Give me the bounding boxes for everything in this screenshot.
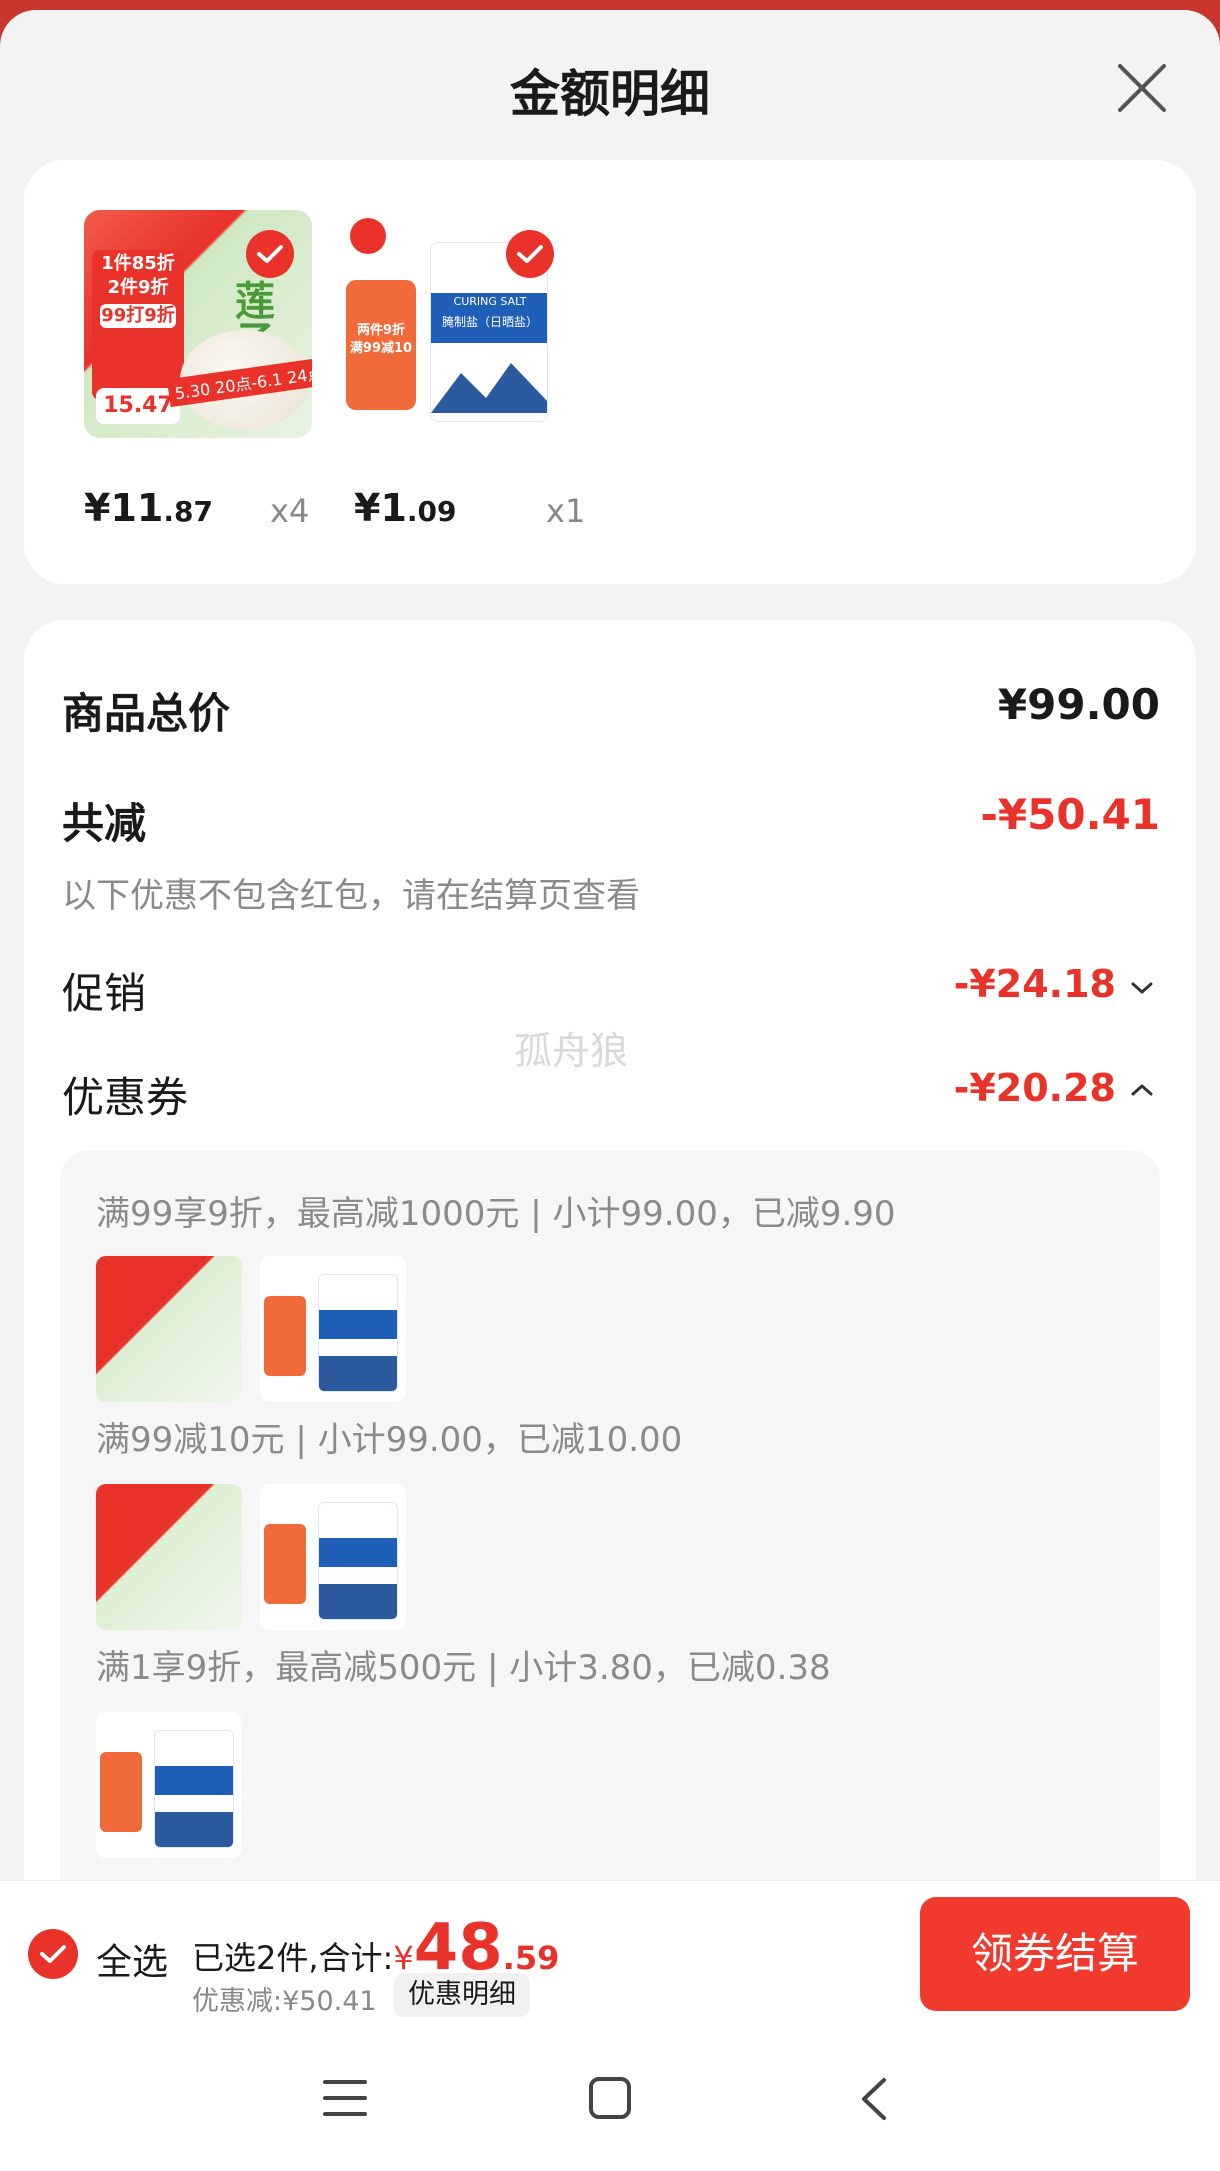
total-price-value: ¥99.00 bbox=[997, 680, 1160, 729]
product1-price-tag: 15.47 bbox=[96, 388, 180, 424]
price-summary-card: 商品总价 ¥99.00 共减 -¥50.41 以下优惠不包含红包，请在结算页查看… bbox=[24, 620, 1196, 1880]
promotion-label: 促销 bbox=[62, 969, 147, 1018]
product2-price: ¥1.09 bbox=[354, 486, 457, 530]
home-icon[interactable] bbox=[588, 2076, 632, 2120]
total-reduce-value: -¥50.41 bbox=[980, 790, 1160, 839]
select-all-check-icon[interactable] bbox=[28, 1929, 78, 1979]
product1-check-icon[interactable] bbox=[246, 230, 294, 278]
chevron-up-icon[interactable] bbox=[1130, 1082, 1154, 1098]
product2-qty: x1 bbox=[546, 492, 586, 530]
brand-logo bbox=[350, 218, 386, 254]
chevron-down-icon[interactable] bbox=[1130, 980, 1154, 996]
discount-amount: 优惠减:¥50.41 bbox=[192, 1986, 377, 2017]
promotion-value[interactable]: -¥24.18 bbox=[954, 962, 1116, 1006]
lotus-seed-thumb bbox=[96, 1484, 242, 1630]
coupon-rule-3: 满1享9折，最高减500元 | 小计3.80，已减0.38 bbox=[96, 1648, 831, 1688]
menu-icon[interactable] bbox=[322, 2078, 368, 2118]
product1-qty: x4 bbox=[270, 492, 310, 530]
system-navigation-bar bbox=[0, 2030, 1220, 2171]
coupon-rule-2: 满99减10元 | 小计99.00，已减10.00 bbox=[96, 1420, 683, 1460]
total-decimal: .59 bbox=[502, 1939, 560, 1977]
checkout-bar: 全选 已选2件,合计:¥48.59 优惠减:¥50.41 优惠明细 领券结算 bbox=[0, 1880, 1220, 2030]
watermark: 孤舟狼 bbox=[514, 1029, 629, 1073]
coupon-value[interactable]: -¥20.28 bbox=[954, 1066, 1116, 1110]
curing-salt-thumb bbox=[260, 1256, 406, 1402]
product2-tag-text: 两件9折 满99减10 bbox=[349, 323, 413, 356]
select-all-label[interactable]: 全选 bbox=[96, 1933, 168, 1985]
discount-detail-button[interactable]: 优惠明细 bbox=[394, 1973, 530, 2017]
product2-check-icon[interactable] bbox=[506, 230, 554, 278]
lotus-seed-thumb bbox=[96, 1256, 242, 1402]
selected-products-card: 1件85折 2件9折 99打9折 15.47 莲子 5.30 20点-6.1 2… bbox=[24, 160, 1196, 584]
discount-note: 以下优惠不包含红包，请在结算页查看 bbox=[62, 876, 640, 916]
total-price-label: 商品总价 bbox=[62, 689, 231, 738]
back-icon[interactable] bbox=[858, 2076, 890, 2122]
coupon-detail-panel: 满99享9折，最高减1000元 | 小计99.00，已减9.90 满99减10元… bbox=[60, 1150, 1160, 1880]
product1-tag-text: 1件85折 2件9折 99打9折 bbox=[100, 253, 176, 328]
amount-detail-sheet: 金额明细 1件85折 2件9折 99打9折 15.47 莲子 5.30 20点-… bbox=[0, 10, 1220, 1880]
checkout-button[interactable]: 领券结算 bbox=[920, 1897, 1190, 2011]
curing-salt-thumb bbox=[260, 1484, 406, 1630]
coupon-rule-1: 满99享9折，最高减1000元 | 小计99.00，已减9.90 bbox=[96, 1194, 896, 1234]
curing-salt-thumb bbox=[96, 1712, 242, 1858]
sheet-title: 金额明细 bbox=[510, 65, 710, 123]
total-reduce-label: 共减 bbox=[62, 799, 147, 848]
product1-price: ¥11.87 bbox=[84, 486, 213, 530]
close-icon[interactable] bbox=[1114, 60, 1170, 116]
coupon-label: 优惠券 bbox=[62, 1073, 189, 1122]
